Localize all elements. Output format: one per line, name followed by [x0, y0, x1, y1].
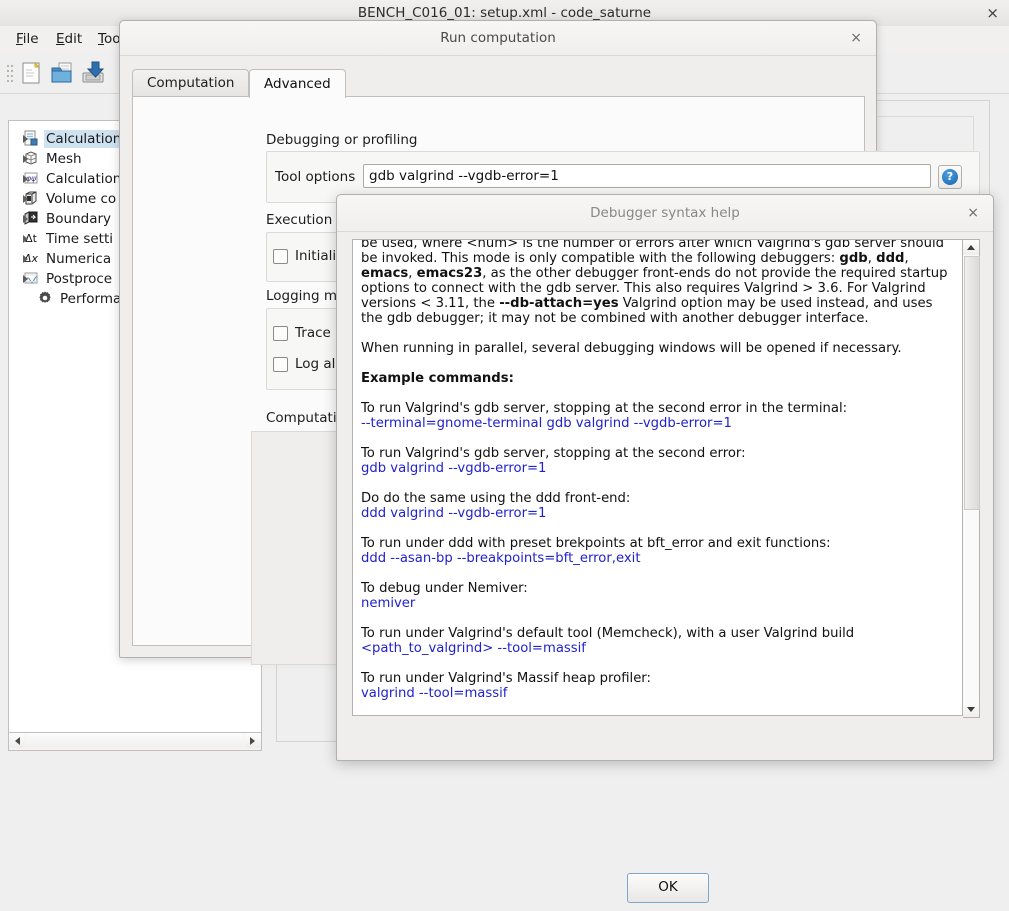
chevron-right-icon[interactable] [23, 175, 28, 183]
triangle-up-icon [967, 245, 975, 250]
application-close-button[interactable]: × [986, 0, 999, 26]
menu-item-file-rest: ile [23, 31, 39, 47]
tree-item-label: Time setti [44, 230, 115, 248]
p1-b: , [868, 251, 876, 266]
help-vertical-scrollbar[interactable] [963, 239, 980, 718]
p1-b2: ddd [876, 251, 904, 266]
example-4-command: ddd --asan-bp --breakpoints=bft_error,ex… [361, 551, 641, 566]
p1-d: , [408, 266, 416, 281]
example-2-description: To run Valgrind's gdb server, stopping a… [361, 446, 746, 461]
run-computation-close-button[interactable]: × [850, 21, 862, 55]
debugger-help-button[interactable]: ? [938, 165, 962, 189]
toolbar-drag-handle[interactable] [7, 62, 13, 84]
tree-item-label: Volume co [44, 190, 118, 208]
help-example-7: To run under Valgrind's Massif heap prof… [361, 671, 953, 701]
tree-item-label: Calculation [44, 170, 123, 188]
initialize-only-checkbox[interactable] [273, 249, 288, 264]
help-question-mark: ? [939, 166, 961, 188]
chevron-right-icon[interactable] [23, 135, 28, 143]
chevron-right-icon[interactable] [23, 235, 28, 243]
p1-c: , [904, 251, 908, 266]
example-5-description: To debug under Nemiver: [361, 581, 528, 596]
save-document-icon [79, 59, 107, 87]
triangle-left-icon [15, 737, 20, 745]
example-7-description: To run under Valgrind's Massif heap prof… [361, 671, 651, 686]
help-example-1: To run Valgrind's gdb server, stopping a… [361, 401, 953, 431]
run-computation-titlebar: Run computation × [120, 21, 876, 56]
tool-options-label: Tool options [275, 169, 355, 185]
scroll-right-button[interactable] [245, 733, 261, 748]
debugger-syntax-help-dialog: Debugger syntax help × syntax, the --vgd… [336, 194, 994, 761]
menu-item-file[interactable]: File [8, 26, 47, 53]
help-example-6: To run under Valgrind's default tool (Me… [361, 626, 953, 656]
example-2-command: gdb valgrind --vgdb-error=1 [361, 461, 546, 476]
p1-b3: emacs [361, 266, 408, 281]
tree-item-label: Boundary [44, 210, 113, 228]
chevron-right-icon[interactable] [23, 195, 28, 203]
example-7-command: valgrind --tool=massif [361, 686, 507, 701]
chevron-right-icon[interactable] [23, 215, 28, 223]
help-scroll-up-button[interactable] [963, 240, 979, 255]
example-1-command: --terminal=gnome-terminal gdb valgrind -… [361, 416, 732, 431]
p1-b1: gdb [839, 251, 867, 266]
help-paragraph-2: When running in parallel, several debugg… [361, 341, 953, 356]
help-dialog-titlebar: Debugger syntax help × [337, 195, 993, 232]
example-5-command: nemiver [361, 596, 415, 611]
save-file-button[interactable] [79, 59, 107, 87]
example-6-command: <path_to_valgrind> --tool=massif [361, 641, 586, 656]
tree-item-label: Calculation [44, 130, 123, 148]
chevron-right-icon[interactable] [23, 155, 28, 163]
open-folder-icon [48, 59, 76, 87]
help-examples-heading: Example commands: [361, 371, 953, 386]
help-paragraph-1: be used, where <num> is the number of er… [361, 239, 953, 326]
tree-item-label: Postproce [44, 270, 114, 288]
trace-progress-checkbox[interactable] [273, 326, 288, 341]
help-scroll-thumb[interactable] [964, 256, 980, 510]
open-file-button[interactable] [48, 59, 76, 87]
menu-item-edit[interactable]: Edit [48, 26, 90, 53]
tree-item-label: Performa [58, 290, 123, 308]
help-example-4: To run under ddd with preset brekpoints … [361, 536, 953, 566]
scroll-track[interactable] [26, 733, 244, 748]
help-dialog-title: Debugger syntax help [337, 195, 993, 231]
help-scroll-down-button[interactable] [963, 702, 979, 717]
menu-item-edit-rest: dit [65, 31, 83, 47]
help-dialog-close-button[interactable]: × [967, 195, 979, 231]
tab-computation[interactable]: Computation [132, 69, 249, 97]
help-example-3: Do do the same using the ddd front-end:d… [361, 491, 953, 521]
run-computation-title: Run computation [120, 21, 876, 55]
example-4-description: To run under ddd with preset brekpoints … [361, 536, 831, 551]
help-text-frame: syntax, the --vgdb-error=<num> option ma… [352, 239, 963, 716]
new-document-button[interactable] [17, 59, 45, 87]
example-6-description: To run under Valgrind's default tool (Me… [361, 626, 854, 641]
log-all-parallel-ranks-checkbox[interactable] [273, 357, 288, 372]
chevron-right-icon[interactable] [23, 255, 28, 263]
tree-item-label: Numerica [44, 250, 113, 268]
examples-heading-text: Example commands: [361, 371, 514, 386]
tree-item-label: Mesh [44, 150, 84, 168]
help-example-5: To debug under Nemiver:nemiver [361, 581, 953, 611]
tab-advanced[interactable]: Advanced [249, 69, 346, 98]
help-scroll-area: syntax, the --vgdb-error=<num> option ma… [352, 239, 978, 911]
triangle-right-icon [250, 737, 255, 745]
help-example-2: To run Valgrind's gdb server, stopping a… [361, 446, 953, 476]
ok-button[interactable]: OK [627, 873, 709, 903]
tool-options-input[interactable] [363, 164, 931, 188]
p1-b4: emacs23 [417, 266, 483, 281]
debugging-group-title: Debugging or profiling [266, 132, 417, 148]
scroll-left-button[interactable] [9, 733, 25, 748]
p1-b5: --db-attach=yes [499, 296, 618, 311]
example-1-description: To run Valgrind's gdb server, stopping a… [361, 401, 847, 416]
triangle-down-icon [967, 707, 975, 712]
help-text-content: syntax, the --vgdb-error=<num> option ma… [361, 239, 953, 716]
tree-horizontal-scrollbar[interactable] [8, 732, 262, 751]
gear-icon [37, 290, 53, 306]
chevron-right-icon[interactable] [23, 275, 28, 283]
new-document-icon [17, 59, 45, 87]
example-3-command: ddd valgrind --vgdb-error=1 [361, 506, 546, 521]
example-3-description: Do do the same using the ddd front-end: [361, 491, 630, 506]
